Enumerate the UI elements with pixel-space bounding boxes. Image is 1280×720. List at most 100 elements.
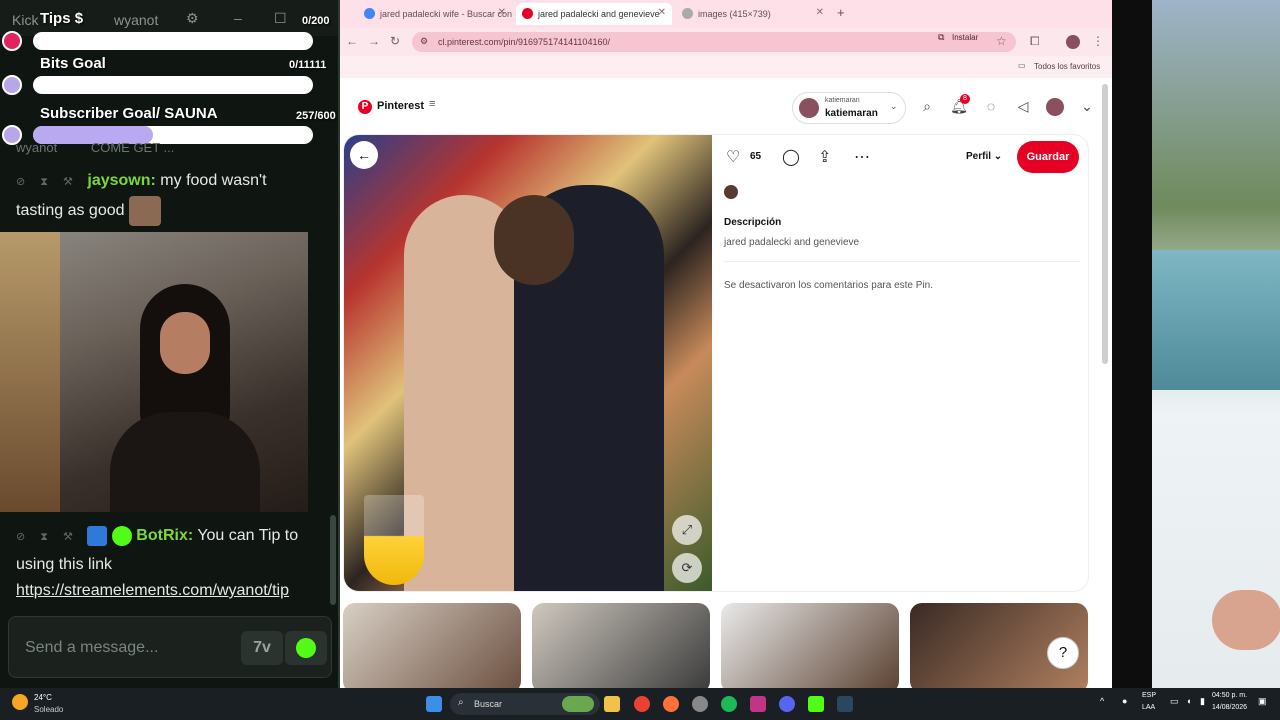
mod-action-icons[interactable]: ⊘ ⧗ ⚒: [16, 176, 79, 188]
install-label: Instalar: [952, 33, 979, 42]
related-pin[interactable]: [532, 603, 710, 688]
pinterest-logo-icon[interactable]: P: [358, 100, 372, 114]
all-bookmarks[interactable]: Todos los favoritos: [1034, 62, 1100, 71]
tips-goal-bar: [33, 32, 313, 50]
user-avatar[interactable]: [1046, 98, 1064, 116]
chevron-down-icon: ⌄: [890, 101, 898, 111]
megaphone-icon[interactable]: ◁: [1014, 98, 1032, 116]
back-arrow-icon[interactable]: ←: [350, 141, 378, 169]
account-avatar: [799, 98, 819, 118]
bookmarks-bar: ▭ Todos los favoritos: [340, 56, 1112, 78]
windows-taskbar: 24°C Soleado ⌕ Buscar ^ ● ESP LAA ▭ ◖ ▮ …: [0, 688, 1280, 720]
related-pin[interactable]: [343, 603, 521, 688]
kick-emote-button[interactable]: [285, 631, 327, 665]
pinterest-brand[interactable]: Pinterest: [377, 100, 424, 112]
firefox-icon[interactable]: [663, 696, 679, 712]
install-icon: ⧉: [938, 32, 945, 42]
messages-icon[interactable]: ◌: [982, 98, 1000, 116]
account-small: katiemaran: [825, 97, 860, 104]
account-switcher[interactable]: katiemaran katiemaran ⌄: [792, 92, 906, 124]
chat-scrollbar[interactable]: [330, 515, 336, 605]
stream-chat-overlay: Kick wyanot ⚙ – ☐ Tips $ 0/200 Bits Goal…: [0, 0, 340, 688]
star-icon[interactable]: ☆: [996, 34, 1007, 48]
description-title: Descripción: [724, 217, 782, 228]
visual-search-icon[interactable]: ⟳: [672, 553, 702, 583]
url-text: cl.pinterest.com/pin/916975174141104160/: [438, 37, 610, 47]
back-arrow-icon[interactable]: ←: [346, 34, 358, 48]
related-pin[interactable]: [721, 603, 899, 688]
lang-top[interactable]: ESP: [1142, 692, 1156, 699]
help-button[interactable]: ?: [1047, 637, 1079, 669]
board-selector[interactable]: Perfil ⌄: [966, 151, 1002, 162]
chevron-down-icon[interactable]: ⌄: [1078, 98, 1096, 116]
mod-action-icons-2[interactable]: ⊘ ⧗ ⚒: [16, 531, 79, 543]
tips-goal-count: 0/200: [302, 15, 330, 27]
profile-avatar[interactable]: [1066, 35, 1080, 49]
tab-bar: jared padalecki wife - Buscar con Google…: [340, 0, 1112, 28]
minimize-icon[interactable]: –: [234, 10, 242, 26]
network-icon[interactable]: ▭: [1170, 696, 1179, 707]
reload-icon[interactable]: ↻: [390, 34, 400, 48]
volume-icon[interactable]: ◖: [1186, 696, 1191, 706]
tab-pinterest[interactable]: jared padalecki and genevieve ✕: [516, 3, 672, 25]
search-highlight-icon: [562, 696, 594, 712]
kick-icon[interactable]: [808, 696, 824, 712]
url-field[interactable]: ⚙ cl.pinterest.com/pin/91697517414110416…: [412, 32, 1016, 52]
7tv-emote-button[interactable]: 7v: [241, 631, 283, 665]
spotify-icon[interactable]: [721, 696, 737, 712]
taskbar-search[interactable]: ⌕ Buscar: [450, 693, 600, 715]
chat-username[interactable]: jaysown:: [87, 172, 155, 189]
chat-username-bot[interactable]: BotRix:: [136, 527, 193, 544]
file-explorer-icon[interactable]: [604, 696, 620, 712]
app-icon-2[interactable]: [750, 696, 766, 712]
close-icon[interactable]: ✕: [816, 7, 824, 18]
weather-status: Soleado: [34, 705, 64, 714]
weather-icon[interactable]: [12, 694, 28, 710]
battery-icon[interactable]: ▮: [1200, 696, 1205, 707]
microphone-icon[interactable]: ●: [1122, 696, 1127, 706]
install-button[interactable]: ⧉ Instalar: [934, 31, 984, 45]
discord-icon[interactable]: [779, 696, 795, 712]
tip-link[interactable]: https://streamelements.com/wyanot/tip: [16, 582, 289, 600]
bits-goal-bar: [33, 76, 313, 94]
forward-arrow-icon[interactable]: →: [368, 34, 380, 48]
lang-bottom[interactable]: LAA: [1142, 704, 1155, 711]
divider: [724, 261, 1080, 262]
page-scrollbar[interactable]: [1102, 84, 1108, 364]
clock-date[interactable]: 14/08/2026: [1212, 704, 1247, 711]
kick-label: Kick: [12, 12, 39, 28]
folder-icon: ▭: [1018, 61, 1026, 70]
chrome-icon[interactable]: [634, 696, 650, 712]
chevron-up-icon[interactable]: ^: [1100, 696, 1104, 706]
heart-icon[interactable]: ♡: [726, 147, 740, 167]
save-button[interactable]: Guardar: [1017, 141, 1079, 173]
comment-icon[interactable]: ◯: [782, 147, 800, 167]
app-icon[interactable]: [692, 696, 708, 712]
search-icon[interactable]: ⌕: [918, 98, 936, 116]
stream-background-video: [1112, 0, 1280, 688]
menu-icon[interactable]: ≡: [429, 98, 435, 110]
browser-menu-icon[interactable]: ⋮: [1092, 34, 1104, 48]
tab-google-search[interactable]: jared padalecki wife - Buscar con Google…: [358, 3, 512, 25]
chat-input[interactable]: Send a message... 7v: [8, 616, 332, 678]
share-icon[interactable]: ⇪: [818, 147, 831, 167]
windows-start-icon[interactable]: [426, 696, 442, 712]
tab-images[interactable]: images (415×739) ✕: [676, 3, 830, 25]
close-icon[interactable]: ✕: [498, 7, 506, 18]
tab-label: jared padalecki wife - Buscar con Google: [380, 9, 512, 19]
extensions-icon[interactable]: ⧠: [1030, 34, 1040, 49]
new-tab-button[interactable]: +: [837, 5, 845, 20]
site-info-icon[interactable]: ⚙: [420, 36, 428, 47]
expand-icon[interactable]: ⤢: [672, 515, 702, 545]
like-count: 65: [750, 151, 762, 162]
pin-image[interactable]: ← ⤢ ⟳: [344, 135, 712, 591]
clock-time[interactable]: 04:50 p. m.: [1212, 692, 1247, 699]
more-options-icon[interactable]: ⋯: [854, 147, 870, 167]
close-icon[interactable]: ✕: [658, 7, 666, 18]
steam-icon[interactable]: [837, 696, 853, 712]
creator-avatar[interactable]: [724, 185, 738, 199]
gear-icon[interactable]: ⚙: [186, 10, 199, 27]
comments-disabled-notice: Se desactivaron los comentarios para est…: [724, 280, 933, 291]
notification-icon[interactable]: ▣: [1258, 696, 1267, 707]
maximize-icon[interactable]: ☐: [274, 10, 287, 27]
